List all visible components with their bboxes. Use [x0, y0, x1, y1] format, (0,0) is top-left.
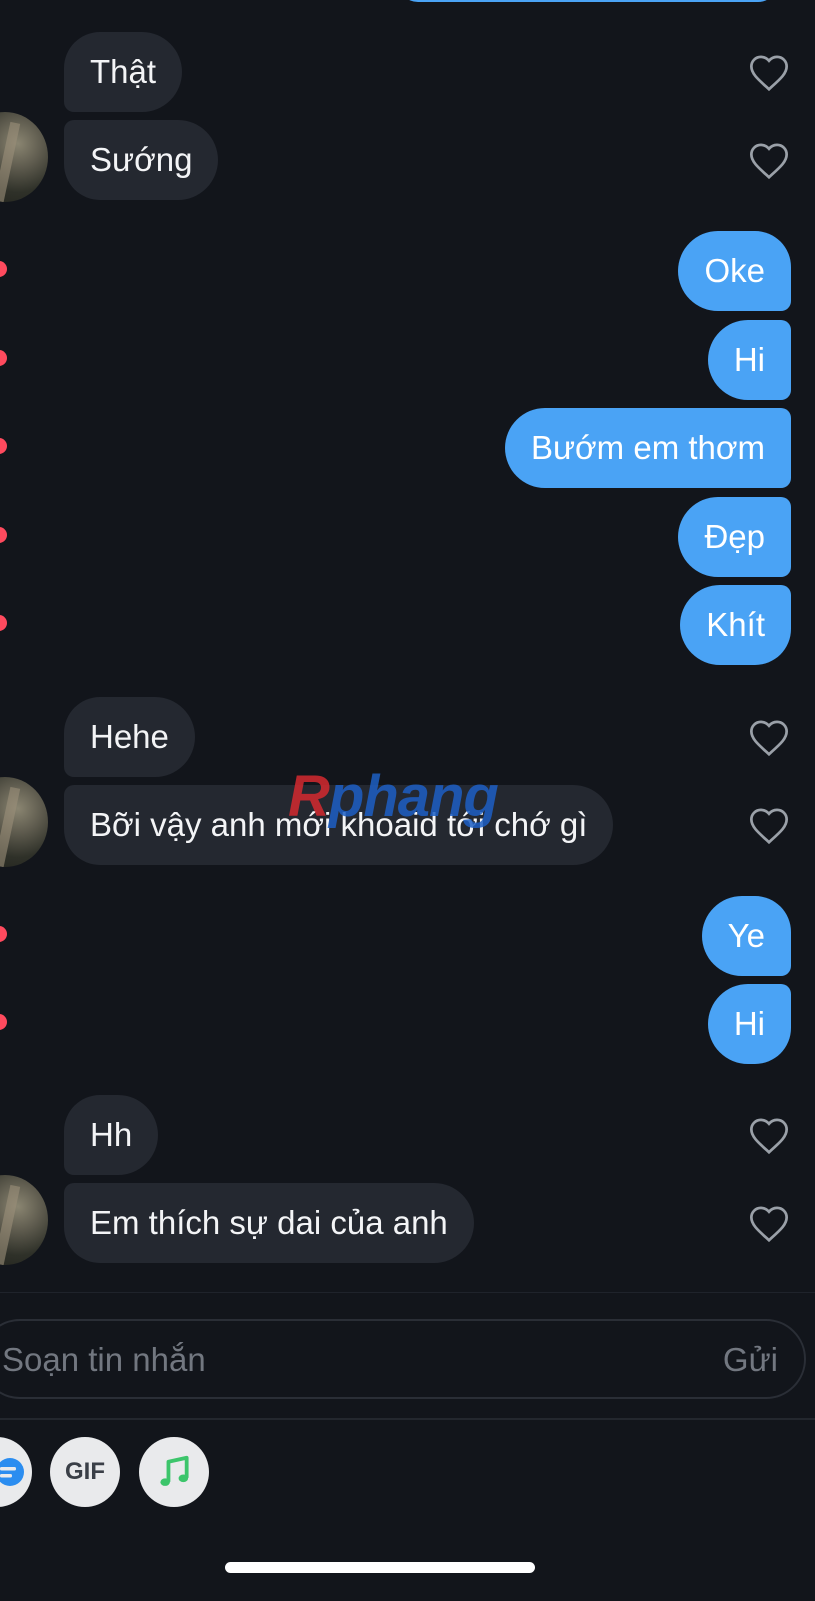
outgoing-message-bubble[interactable]: Ye [701, 896, 791, 976]
outgoing-message-bubble[interactable]: Hi [707, 984, 791, 1064]
message-row: Ye [0, 896, 815, 976]
contact-avatar[interactable] [0, 1175, 48, 1265]
message-row: Đẹp [0, 497, 815, 577]
sticker-icon [0, 1458, 24, 1486]
gif-button[interactable]: GIF [50, 1437, 120, 1507]
watermark-part2: phang [328, 764, 499, 829]
message-row: Bướm em thơm [0, 408, 815, 488]
heart-outline-icon[interactable] [747, 52, 791, 92]
message-row: Khít [0, 585, 815, 665]
watermark-part1: R [288, 764, 330, 829]
outgoing-message-bubble[interactable]: Bướm em thơm [504, 408, 791, 488]
incoming-message-bubble[interactable]: Thật [64, 32, 183, 112]
message-list[interactable]: Thật Sướng Oke Hi Bướm em thơm Đẹp Khít … [0, 0, 815, 1300]
unread-indicator [0, 438, 7, 454]
message-input[interactable]: Soạn tin nhắn Gửi [0, 1319, 806, 1399]
unread-indicator [0, 1014, 7, 1030]
outgoing-message-bubble-partial [398, 0, 778, 2]
outgoing-message-bubble[interactable]: Đẹp [678, 497, 791, 577]
divider [0, 1418, 815, 1420]
heart-outline-icon[interactable] [747, 717, 791, 757]
music-note-icon [160, 1455, 189, 1486]
composer-area: Soạn tin nhắn Gửi GIF [0, 1292, 815, 1601]
gif-icon: GIF [65, 1458, 105, 1485]
incoming-message-bubble[interactable]: Hh [64, 1095, 159, 1175]
sticker-button[interactable] [0, 1437, 32, 1507]
message-row: Thật [0, 32, 815, 112]
message-row: Hh [0, 1095, 815, 1175]
incoming-message-bubble[interactable]: Em thích sự dai của anh [64, 1183, 474, 1263]
message-row: Hi [0, 984, 815, 1064]
unread-indicator [0, 527, 7, 543]
heart-outline-icon[interactable] [747, 140, 791, 180]
outgoing-message-bubble[interactable]: Khít [680, 585, 791, 665]
unread-indicator [0, 261, 7, 277]
unread-indicator [0, 615, 7, 631]
message-row: Em thích sự dai của anh [0, 1175, 815, 1265]
contact-avatar[interactable] [0, 777, 48, 867]
home-indicator[interactable] [225, 1562, 535, 1573]
incoming-message-bubble[interactable]: Sướng [64, 120, 219, 200]
message-row: Sướng [0, 112, 815, 202]
heart-outline-icon[interactable] [747, 805, 791, 845]
heart-outline-icon[interactable] [747, 1203, 791, 1243]
unread-indicator [0, 926, 7, 942]
music-button[interactable] [139, 1437, 209, 1507]
incoming-message-bubble[interactable]: Hehe [64, 697, 195, 777]
outgoing-message-bubble[interactable]: Oke [678, 231, 791, 311]
message-row: Hi [0, 320, 815, 400]
watermark-logo: Rphang [288, 763, 499, 830]
heart-outline-icon[interactable] [747, 1115, 791, 1155]
outgoing-message-bubble[interactable]: Hi [707, 320, 791, 400]
send-button[interactable]: Gửi [723, 1321, 778, 1399]
unread-indicator [0, 350, 7, 366]
contact-avatar[interactable] [0, 112, 48, 202]
message-row: Oke [0, 231, 815, 311]
message-input-placeholder[interactable]: Soạn tin nhắn [2, 1321, 206, 1399]
